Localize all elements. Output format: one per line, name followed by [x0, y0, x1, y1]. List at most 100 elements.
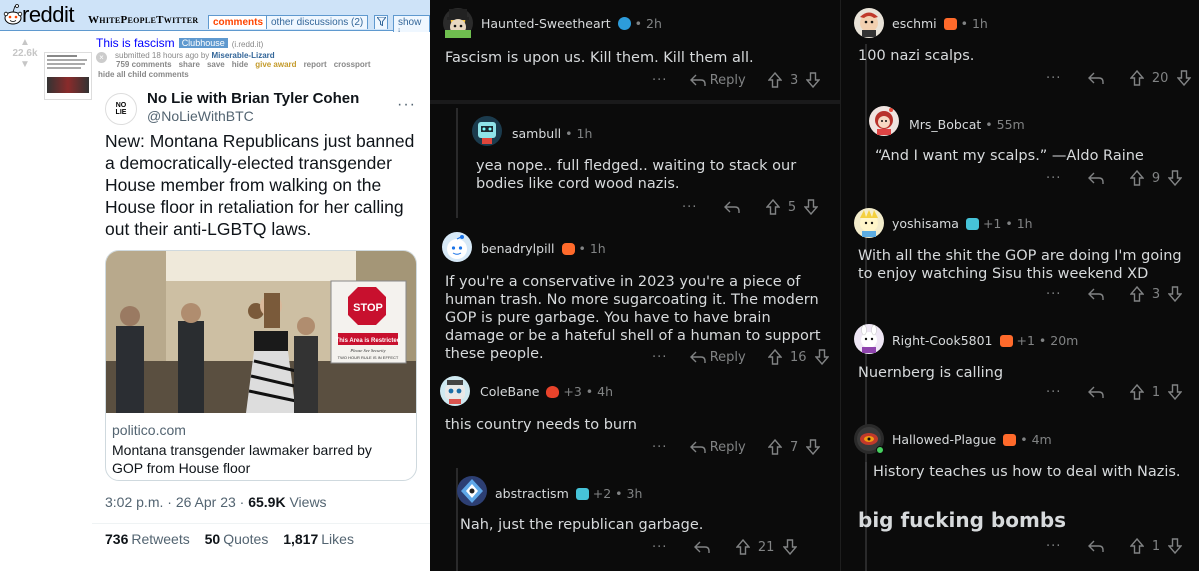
more-options-icon[interactable]: ···	[682, 200, 697, 215]
downvote-icon[interactable]	[1168, 170, 1183, 186]
tweet-screenshot: NO LIE No Lie with Brian Tyler Cohen @No…	[92, 82, 430, 571]
reddit-wordmark[interactable]: reddit	[22, 2, 75, 28]
downvote-icon[interactable]	[814, 349, 829, 365]
more-options-icon[interactable]: ···	[1046, 385, 1061, 400]
comment-time: 2h	[646, 16, 662, 31]
more-options-icon[interactable]: ···	[652, 73, 667, 88]
filter-icon[interactable]	[374, 15, 388, 29]
more-options-icon[interactable]: ···	[1046, 539, 1061, 554]
more-options-icon[interactable]: ···	[652, 540, 667, 555]
likes-stat[interactable]: 1,817 Likes	[283, 531, 354, 547]
downvote-icon[interactable]	[1168, 286, 1183, 302]
avatar[interactable]	[442, 232, 472, 262]
comment-username-line: ColeBane +3 • 4h	[480, 384, 613, 399]
more-options-icon[interactable]: ···	[652, 350, 667, 365]
card-domain[interactable]: politico.com	[112, 422, 186, 438]
comment-username-line: Mrs_Bobcat • 55m	[909, 117, 1025, 132]
post-title[interactable]: This is fascism	[96, 36, 175, 50]
more-options-icon[interactable]: ···	[652, 440, 667, 455]
separator: •	[615, 486, 623, 501]
upvote-icon[interactable]	[1129, 384, 1144, 400]
avatar[interactable]	[443, 8, 473, 38]
tab-other-discussions[interactable]: other discussions (2)	[266, 15, 369, 29]
comment-username[interactable]: ColeBane	[480, 384, 539, 399]
comments-link[interactable]: 759 comments	[116, 60, 172, 69]
comment-username[interactable]: Hallowed-Plague	[892, 432, 996, 447]
more-options-icon[interactable]: ···	[1046, 287, 1061, 302]
comment-username[interactable]: Right-Cook5801	[892, 333, 993, 348]
reply-icon[interactable]	[1087, 287, 1104, 302]
comment-username[interactable]: Mrs_Bobcat	[909, 117, 981, 132]
upvote-arrow-icon[interactable]: ▲	[12, 38, 38, 48]
downvote-icon[interactable]	[806, 72, 821, 88]
downvote-icon[interactable]	[1168, 384, 1183, 400]
upvote-icon[interactable]	[1129, 538, 1144, 554]
post-domain[interactable]: (i.redd.it)	[232, 40, 264, 49]
card-title[interactable]: Montana transgender lawmaker barred by G…	[112, 441, 402, 477]
more-options-icon[interactable]: ···	[1046, 71, 1061, 86]
close-icon[interactable]: ×	[96, 52, 107, 63]
upvote-icon[interactable]	[1129, 170, 1144, 186]
upvote-icon[interactable]	[767, 349, 782, 365]
reply-button[interactable]: Reply	[689, 73, 746, 88]
quotes-stat[interactable]: 50 Quotes	[205, 531, 269, 547]
reply-icon[interactable]	[1087, 171, 1104, 186]
quotes-count: 50	[204, 531, 221, 547]
reply-icon[interactable]	[723, 200, 740, 215]
downvote-icon[interactable]	[782, 539, 797, 555]
reply-button[interactable]: Reply	[689, 350, 746, 365]
comment-username[interactable]: abstractism	[495, 486, 569, 501]
reddit-alien-icon[interactable]	[2, 3, 24, 27]
hide-link[interactable]: hide	[232, 60, 248, 69]
upvote-icon[interactable]	[1129, 286, 1144, 302]
post-vote: ▲ 22.6k ▼	[12, 38, 38, 70]
upvote-icon[interactable]	[767, 439, 782, 455]
hide-child-comments-link[interactable]: hide all child comments	[98, 70, 189, 79]
comment-username[interactable]: benadrylpill	[481, 241, 555, 256]
comment-text: this country needs to burn	[445, 417, 637, 433]
more-options-icon[interactable]: ···	[1046, 171, 1061, 186]
avatar[interactable]	[440, 376, 470, 406]
report-link[interactable]: report	[304, 60, 327, 69]
tweet-text: New: Montana Republicans just banned a d…	[105, 131, 415, 239]
avatar[interactable]	[854, 208, 884, 238]
separator: •	[585, 384, 594, 399]
avatar[interactable]	[854, 424, 884, 454]
reply-icon[interactable]	[693, 540, 710, 555]
give-award-link[interactable]: give award	[255, 60, 296, 69]
subreddit-name[interactable]: WhitePeopleTwitter	[88, 14, 198, 26]
reply-button[interactable]: Reply	[689, 440, 746, 455]
post-thumbnail[interactable]	[44, 52, 92, 100]
downvote-icon[interactable]	[804, 199, 819, 215]
upvote-icon[interactable]	[765, 199, 780, 215]
retweets-stat[interactable]: 736 Retweets	[105, 531, 190, 547]
downvote-icon[interactable]	[806, 439, 821, 455]
tab-comments[interactable]: comments	[208, 15, 269, 29]
comment-text: Fascism is upon us. Kill them. Kill them…	[445, 50, 754, 66]
reply-icon[interactable]	[1087, 71, 1104, 86]
downvote-icon[interactable]	[1176, 70, 1191, 86]
reply-icon[interactable]	[1087, 385, 1104, 400]
comment-username-line: abstractism +2 • 3h	[495, 486, 642, 501]
upvote-icon[interactable]	[767, 72, 782, 88]
downvote-icon[interactable]	[1168, 538, 1183, 554]
share-link[interactable]: share	[179, 60, 200, 69]
save-link[interactable]: save	[207, 60, 225, 69]
avatar[interactable]	[854, 324, 884, 354]
comment-username[interactable]: Haunted-Sweetheart	[481, 16, 611, 31]
upvote-icon[interactable]	[735, 539, 750, 555]
avatar[interactable]	[457, 476, 487, 506]
comment-username[interactable]: yoshisama	[892, 216, 959, 231]
comment-username[interactable]: eschmi	[892, 16, 937, 31]
crosspost-link[interactable]: crossport	[334, 60, 371, 69]
post-author[interactable]: Miserable-Lizard	[212, 51, 275, 60]
avatar[interactable]	[854, 8, 884, 38]
avatar[interactable]	[869, 106, 899, 136]
reply-icon[interactable]	[1087, 539, 1104, 554]
thread-line[interactable]	[456, 108, 458, 218]
avatar[interactable]	[472, 116, 502, 146]
comment-text: With all the shit the GOP are doing I'm …	[858, 248, 1182, 282]
comment-username[interactable]: sambull	[512, 126, 561, 141]
upvote-icon[interactable]	[1129, 70, 1144, 86]
downvote-arrow-icon[interactable]: ▼	[12, 60, 38, 70]
